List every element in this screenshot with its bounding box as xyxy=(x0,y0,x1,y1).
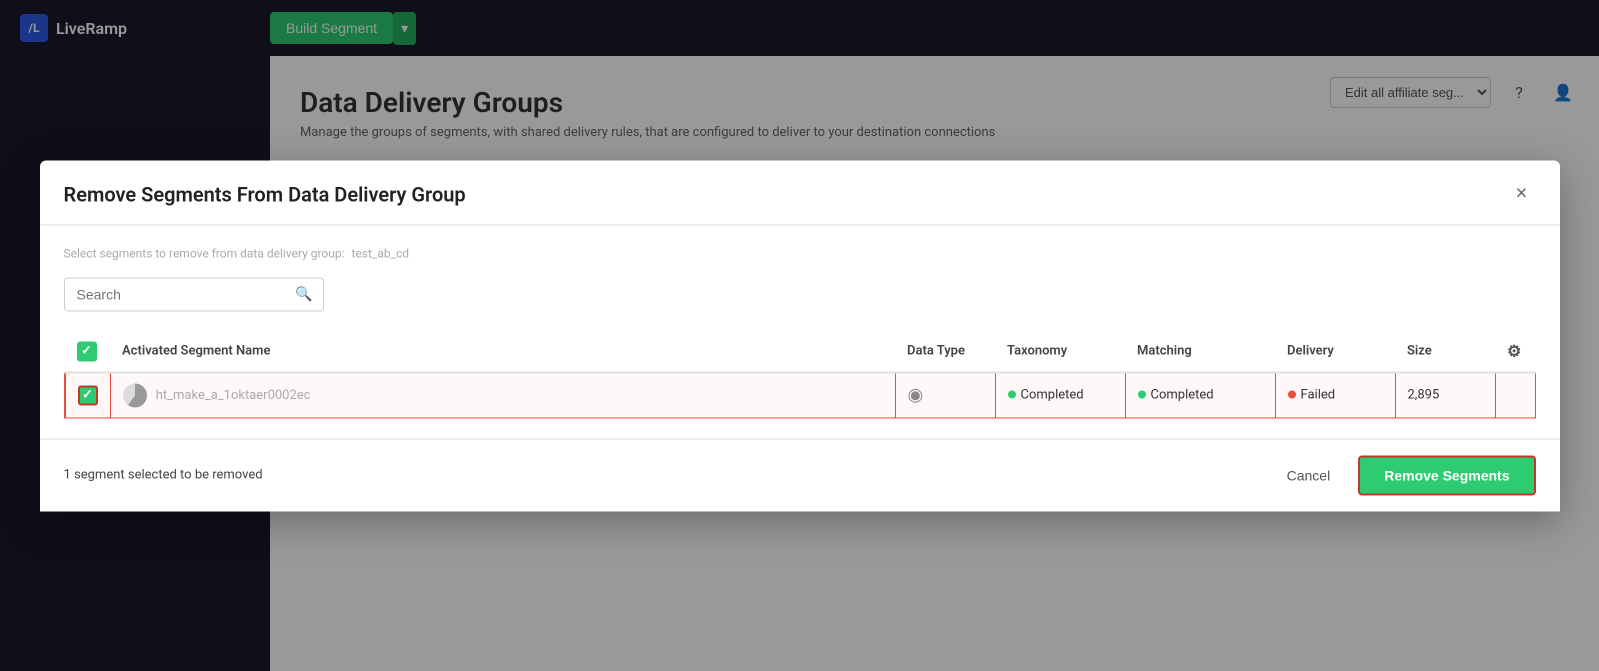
matching-status-dot xyxy=(1138,391,1146,399)
settings-icon[interactable]: ⚙ xyxy=(1507,342,1521,361)
taxonomy-status-label: Completed xyxy=(1021,387,1084,402)
taxonomy-status: Completed xyxy=(1008,387,1084,402)
search-icon: 🔍 xyxy=(285,278,322,310)
footer-actions: Cancel Remove Segments xyxy=(1271,455,1536,495)
row-matching-cell: Completed xyxy=(1125,372,1275,418)
th-matching: Matching xyxy=(1125,331,1275,372)
row-delivery-cell: Failed xyxy=(1275,372,1395,418)
taxonomy-status-dot xyxy=(1008,391,1016,399)
row-name-cell: ht_make_a_1oktaer0002ec xyxy=(110,372,895,418)
modal-header: Remove Segments From Data Delivery Group… xyxy=(40,160,1560,225)
row-data-type-cell: ◉ xyxy=(895,372,995,418)
matching-status: Completed xyxy=(1138,387,1214,402)
row-actions-cell xyxy=(1495,372,1535,418)
delivery-status: Failed xyxy=(1288,387,1336,402)
table-row: ht_make_a_1oktaer0002ec ◉ Completed xyxy=(65,372,1536,418)
th-size: Size xyxy=(1395,331,1495,372)
table-body: ht_make_a_1oktaer0002ec ◉ Completed xyxy=(65,372,1536,418)
group-name-label: test_ab_cd xyxy=(352,246,410,260)
select-label: Select segments to remove from data deli… xyxy=(64,245,1536,261)
table-header: Activated Segment Name Data Type Taxonom… xyxy=(65,331,1536,372)
row-checkbox[interactable] xyxy=(78,385,98,405)
selection-info: 1 segment selected to be removed xyxy=(64,468,263,483)
row-taxonomy-cell: Completed xyxy=(995,372,1125,418)
th-name: Activated Segment Name xyxy=(110,331,895,372)
delivery-status-label: Failed xyxy=(1301,387,1336,402)
segments-table: Activated Segment Name Data Type Taxonom… xyxy=(64,331,1536,418)
segment-type-icon xyxy=(123,383,147,407)
matching-status-label: Completed xyxy=(1151,387,1214,402)
delivery-status-dot xyxy=(1288,391,1296,399)
th-delivery: Delivery xyxy=(1275,331,1395,372)
data-type-shield-icon: ◉ xyxy=(908,385,924,406)
row-size-cell: 2,895 xyxy=(1395,372,1495,418)
remove-segments-modal: Remove Segments From Data Delivery Group… xyxy=(40,160,1560,511)
th-checkbox xyxy=(65,331,111,372)
row-checkbox-cell xyxy=(65,372,111,418)
select-all-checkbox[interactable] xyxy=(77,341,97,361)
search-input[interactable] xyxy=(65,278,286,310)
remove-segments-button[interactable]: Remove Segments xyxy=(1358,455,1535,495)
cancel-button[interactable]: Cancel xyxy=(1271,459,1347,491)
search-wrapper: 🔍 xyxy=(64,277,324,311)
segment-name: ht_make_a_1oktaer0002ec xyxy=(156,387,311,402)
th-settings: ⚙ xyxy=(1495,331,1535,372)
modal-title: Remove Segments From Data Delivery Group xyxy=(64,182,466,206)
modal-footer: 1 segment selected to be removed Cancel … xyxy=(40,438,1560,511)
th-taxonomy: Taxonomy xyxy=(995,331,1125,372)
modal-body: Select segments to remove from data deli… xyxy=(40,225,1560,438)
th-data-type: Data Type xyxy=(895,331,995,372)
modal-close-button[interactable]: × xyxy=(1508,180,1536,208)
